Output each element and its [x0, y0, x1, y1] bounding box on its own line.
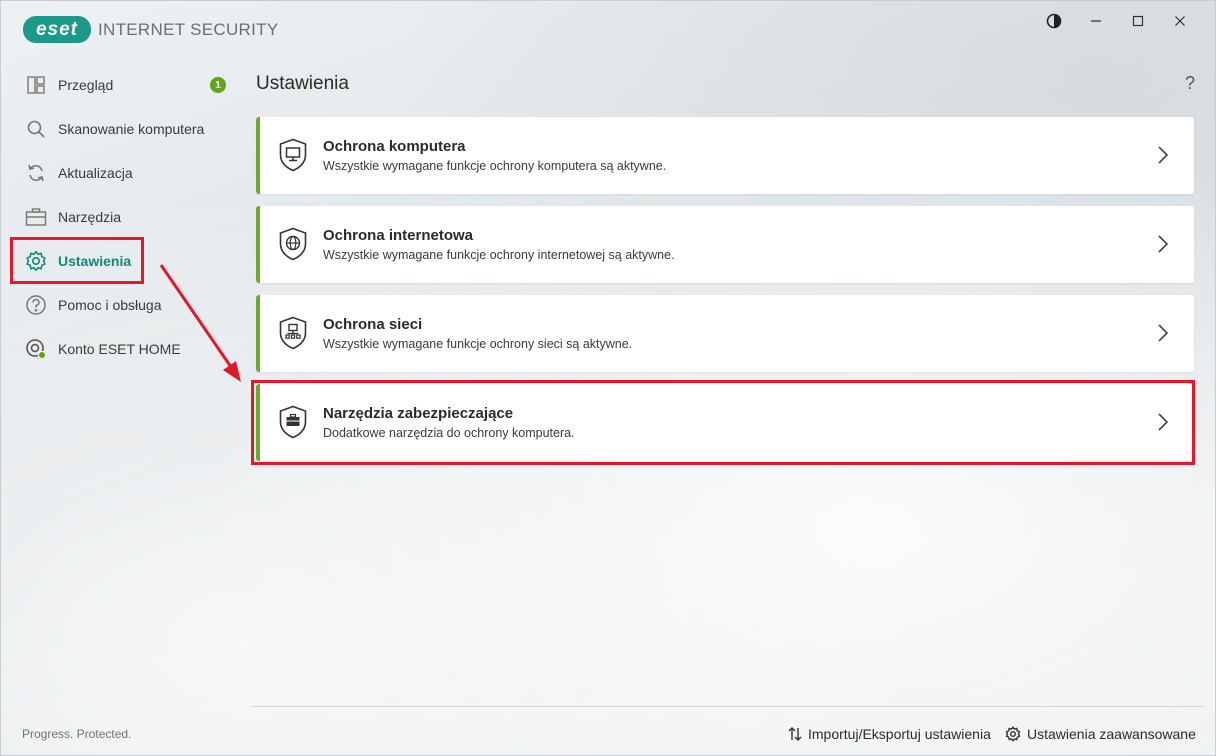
card-internet-protection[interactable]: Ochrona internetowa Wszystkie wymagane f… [256, 206, 1194, 283]
help-button[interactable]: ? [1185, 73, 1195, 94]
network-shield-icon [279, 316, 307, 350]
page-title: Ustawienia [256, 73, 349, 94]
tagline: Progress. Protected. [22, 727, 132, 741]
advanced-settings-button[interactable]: Ustawienia zaawansowane [1005, 726, 1196, 742]
annotation-highlight-security-tools [251, 380, 1195, 465]
chevron-right-icon [1158, 146, 1169, 164]
import-export-icon [788, 727, 802, 741]
card-title: Ochrona sieci [323, 316, 423, 333]
card-computer-protection[interactable]: Ochrona komputera Wszystkie wymagane fun… [256, 117, 1194, 194]
globe-shield-icon [279, 227, 307, 261]
annotation-arrow [159, 264, 241, 382]
computer-shield-icon [279, 138, 307, 172]
import-export-button[interactable]: Importuj/Eksportuj ustawienia [788, 726, 991, 742]
card-description: Wszystkie wymagane funkcje ochrony sieci… [323, 337, 633, 351]
card-title: Ochrona internetowa [323, 227, 474, 244]
chevron-right-icon [1158, 235, 1169, 253]
card-network-protection[interactable]: Ochrona sieci Wszystkie wymagane funkcje… [256, 295, 1194, 372]
card-title: Ochrona komputera [323, 138, 466, 155]
card-description: Wszystkie wymagane funkcje ochrony kompu… [323, 159, 667, 173]
gear-icon [1005, 726, 1021, 742]
app-window: eset INTERNET SECURITY Przegląd 1 Skanow… [0, 0, 1216, 756]
card-description: Wszystkie wymagane funkcje ochrony inter… [323, 248, 675, 262]
advanced-settings-label: Ustawienia zaawansowane [1027, 726, 1196, 742]
chevron-right-icon [1158, 324, 1169, 342]
footer-divider [251, 706, 1205, 707]
import-export-label: Importuj/Eksportuj ustawienia [808, 726, 991, 742]
